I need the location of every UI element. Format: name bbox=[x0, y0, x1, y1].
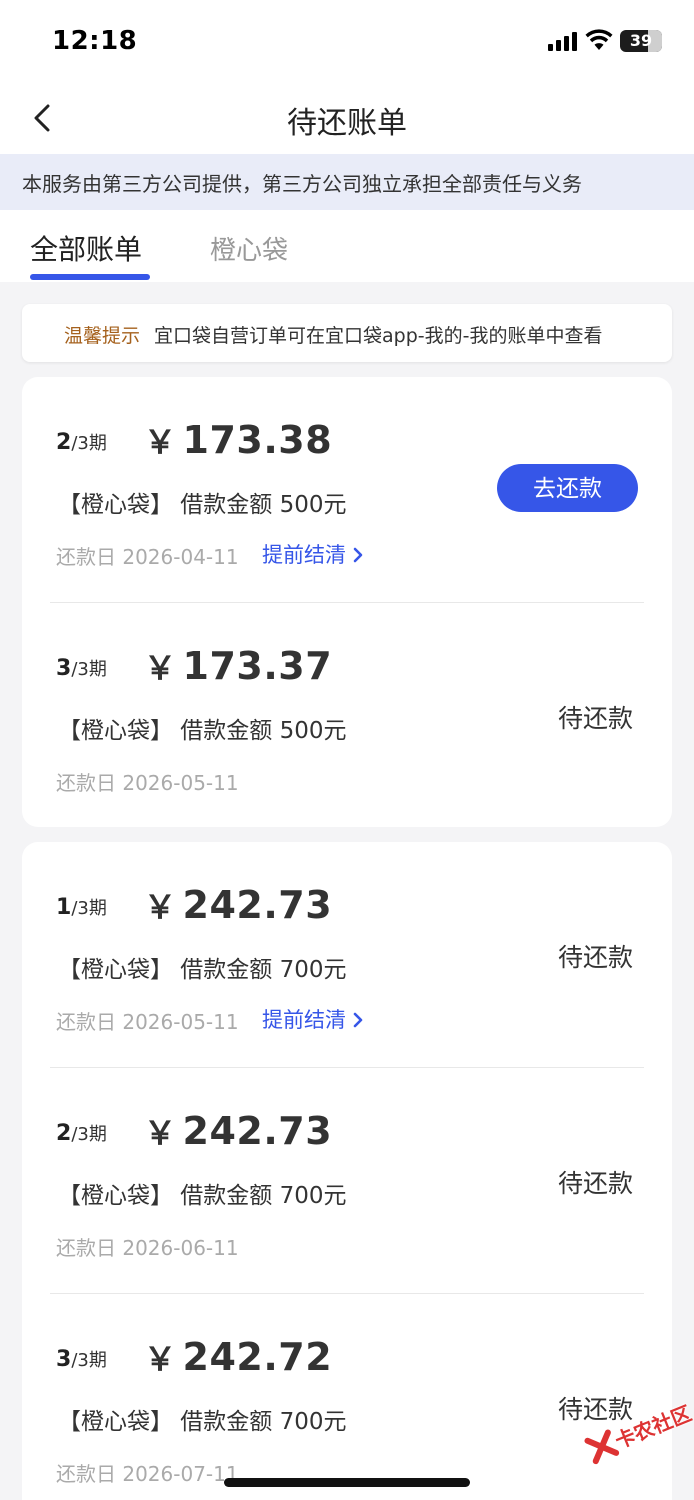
bill-product: 【橙心袋】 借款金额 700元 bbox=[58, 1183, 347, 1209]
notice-text: 本服务由第三方公司提供，第三方公司独立承担全部责任与义务 bbox=[22, 172, 582, 196]
tip-label: 温馨提示 bbox=[64, 325, 141, 347]
bill-product: 【橙心袋】 借款金额 500元 bbox=[58, 718, 347, 744]
battery-icon: 39 bbox=[620, 30, 662, 52]
bill-due-date: 还款日 2026-05-11 bbox=[56, 1010, 239, 1034]
bill-product: 【橙心袋】 借款金额 700元 bbox=[58, 1409, 347, 1435]
status-time: 12:18 bbox=[52, 26, 138, 56]
page: 12:18 39 待还账单 本服务由第三方公司提供，第三方公司独立承担全部责任与… bbox=[0, 0, 694, 1500]
bill-period: 3/3期 bbox=[56, 656, 107, 681]
bill-due-date: 还款日 2026-07-11 bbox=[56, 1462, 239, 1486]
bill-amount: ￥ 173.37 bbox=[144, 644, 333, 688]
bill-card: 1/3期 ￥ 242.73 【橙心袋】 借款金额 700元 还款日 2026-05… bbox=[22, 842, 672, 1500]
bill-status: 待还款 bbox=[558, 1169, 634, 1198]
bill-amount: ￥ 242.73 bbox=[144, 883, 333, 927]
bill-status: 待还款 bbox=[558, 943, 634, 972]
bill-item[interactable]: 3/3期 ￥ 242.72 【橙心袋】 借款金额 700元 还款日 2026-07… bbox=[22, 1294, 672, 1500]
bill-tabs: 全部账单 橙心袋 bbox=[0, 210, 694, 282]
home-indicator[interactable] bbox=[224, 1478, 470, 1487]
bill-item[interactable]: 2/3期 ￥ 173.38 【橙心袋】 借款金额 500元 还款日 2026-04… bbox=[22, 377, 672, 603]
status-bar: 12:18 39 bbox=[0, 0, 694, 84]
bill-amount: ￥ 242.73 bbox=[144, 1109, 333, 1153]
early-settle-link[interactable]: 提前结清 bbox=[262, 539, 364, 569]
nav-bar: 待还账单 bbox=[0, 84, 694, 154]
warm-tip-bar: 温馨提示 宜口袋自营订单可在宜口袋app-我的-我的账单中查看 bbox=[22, 304, 672, 362]
tip-text: 宜口袋自营订单可在宜口袋app-我的-我的账单中查看 bbox=[154, 325, 603, 347]
bill-amount: ￥ 242.72 bbox=[144, 1335, 333, 1379]
bill-card: 2/3期 ￥ 173.38 【橙心袋】 借款金额 500元 还款日 2026-04… bbox=[22, 377, 672, 827]
cellular-signal-icon bbox=[548, 31, 578, 51]
bill-status: 待还款 bbox=[558, 704, 634, 733]
bill-period: 2/3期 bbox=[56, 1121, 107, 1146]
bill-due-date: 还款日 2026-06-11 bbox=[56, 1236, 239, 1260]
tab-chengxindai[interactable]: 橙心袋 bbox=[210, 230, 288, 267]
active-tab-indicator bbox=[30, 274, 150, 280]
wifi-icon bbox=[585, 29, 613, 50]
chevron-right-icon bbox=[353, 1012, 363, 1028]
bill-due-date: 还款日 2026-05-11 bbox=[56, 771, 239, 795]
battery-level: 39 bbox=[629, 31, 653, 50]
bill-item[interactable]: 2/3期 ￥ 242.73 【橙心袋】 借款金额 700元 还款日 2026-06… bbox=[22, 1068, 672, 1294]
bill-period: 1/3期 bbox=[56, 895, 107, 920]
early-settle-link[interactable]: 提前结清 bbox=[262, 1004, 364, 1034]
third-party-notice: 本服务由第三方公司提供，第三方公司独立承担全部责任与义务 bbox=[0, 154, 694, 210]
chevron-right-icon bbox=[353, 547, 363, 563]
bill-item[interactable]: 1/3期 ￥ 242.73 【橙心袋】 借款金额 700元 还款日 2026-05… bbox=[22, 842, 672, 1068]
bill-item[interactable]: 3/3期 ￥ 173.37 【橙心袋】 借款金额 500元 还款日 2026-05… bbox=[22, 603, 672, 829]
bill-product: 【橙心袋】 借款金额 700元 bbox=[58, 957, 347, 983]
tab-all-bills[interactable]: 全部账单 bbox=[30, 228, 142, 268]
repay-button[interactable]: 去还款 bbox=[497, 464, 638, 512]
bill-period: 3/3期 bbox=[56, 1347, 107, 1372]
page-title: 待还账单 bbox=[287, 106, 407, 141]
bill-due-date: 还款日 2026-04-11 bbox=[56, 545, 239, 569]
bill-period: 2/3期 bbox=[56, 430, 107, 455]
bill-product: 【橙心袋】 借款金额 500元 bbox=[58, 492, 347, 518]
bill-amount: ￥ 173.38 bbox=[144, 418, 333, 462]
